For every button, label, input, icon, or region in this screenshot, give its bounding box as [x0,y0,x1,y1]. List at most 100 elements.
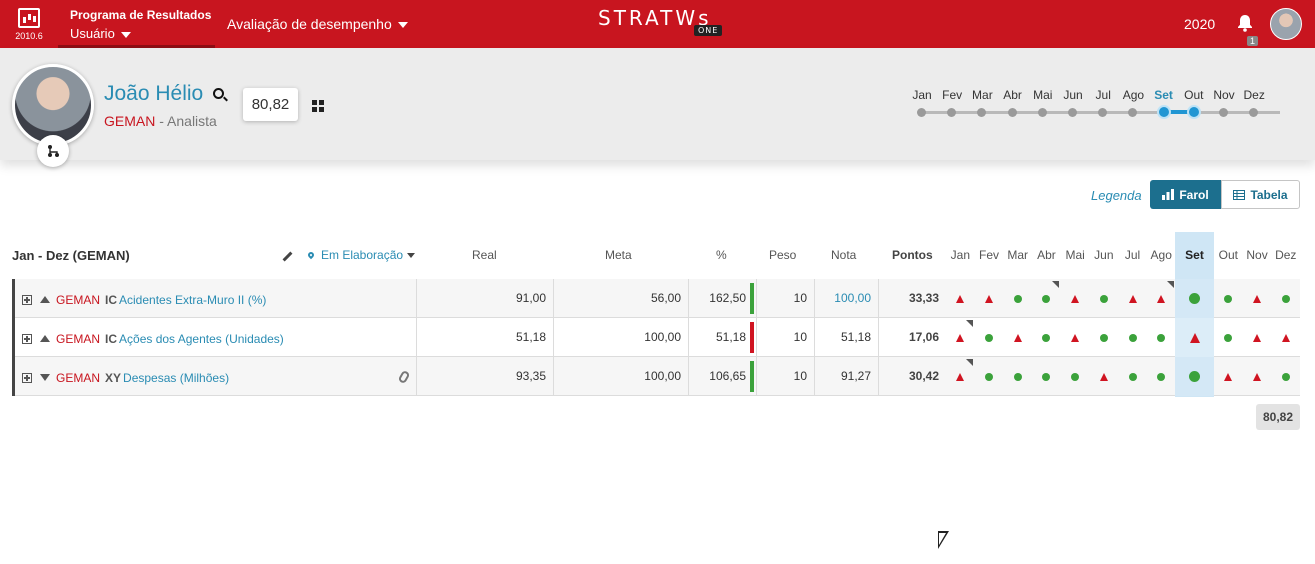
month-status-jul[interactable] [1118,318,1147,357]
month-status-jan[interactable] [946,357,975,396]
paperclip-icon[interactable] [397,369,411,385]
month-status-jun[interactable] [1090,279,1119,318]
month-status-out[interactable] [1214,279,1243,318]
col-month-set: Set [1185,248,1204,262]
expand-icon[interactable] [22,295,32,305]
legend-link[interactable]: Legenda [1091,188,1142,203]
month-status-out[interactable] [1214,357,1243,396]
month-dot-abr[interactable] [1007,108,1017,117]
bell-icon[interactable] [1237,14,1253,32]
month-label-dez[interactable]: Dez [1239,88,1269,102]
farol-view-button[interactable]: Farol [1150,180,1221,209]
month-status-mai[interactable] [1061,279,1090,318]
month-dot-dez[interactable] [1249,108,1259,117]
month-status-dez[interactable] [1271,318,1300,357]
user-avatar[interactable] [1270,8,1302,40]
month-status-mar[interactable] [1003,318,1032,357]
col-month-out: Out [1218,248,1239,262]
month-status-mar[interactable] [1003,357,1032,396]
month-status-ago[interactable] [1147,357,1176,396]
month-label-jun[interactable]: Jun [1058,88,1088,102]
row-indicator-link[interactable]: Despesas (Milhões) [123,371,229,385]
row-org: GEMAN [56,293,101,307]
month-status-ago[interactable] [1147,318,1176,357]
month-status-nov[interactable] [1243,318,1272,357]
program-selector[interactable]: Programa de Resultados Usuário [58,0,215,48]
month-label-set[interactable]: Set [1149,88,1179,102]
month-label-mar[interactable]: Mar [967,88,997,102]
cell-nota[interactable]: 100,00 [814,279,878,318]
grid-icon[interactable] [312,100,324,112]
month-status-jun[interactable] [1090,318,1119,357]
chevron-down-icon [397,22,408,29]
month-dot-jul[interactable] [1098,108,1108,117]
month-dot-mar[interactable] [977,108,987,117]
month-status-abr[interactable] [1032,279,1061,318]
month-status-fev[interactable] [975,357,1004,396]
status-dropdown[interactable]: Em Elaboração [321,248,416,262]
program-user-dropdown[interactable]: Usuário [70,26,215,41]
month-status-nov[interactable] [1243,357,1272,396]
month-status-nov[interactable] [1243,279,1272,318]
month-status-jan[interactable] [946,318,975,357]
month-status-abr[interactable] [1032,357,1061,396]
month-label-out[interactable]: Out [1179,88,1209,102]
month-dot-out[interactable] [1186,105,1201,119]
month-status-jan[interactable] [946,279,975,318]
month-label-nov[interactable]: Nov [1209,88,1239,102]
pencil-icon[interactable] [282,251,293,262]
status-label: Em Elaboração [321,248,404,262]
month-status-mai[interactable] [1061,357,1090,396]
month-status-fev[interactable] [975,279,1004,318]
row-marker [12,279,15,318]
month-label-ago[interactable]: Ago [1118,88,1148,102]
month-dot-jan[interactable] [917,108,926,117]
month-status-set[interactable] [1175,318,1214,357]
status-dot-icon [1013,372,1022,381]
table-icon [1233,189,1246,200]
year-selector[interactable]: 2020 [1184,16,1215,32]
month-status-dez[interactable] [1271,357,1300,396]
expand-icon[interactable] [22,373,32,383]
month-status-dez[interactable] [1271,279,1300,318]
month-dot-mai[interactable] [1037,108,1047,117]
month-dot-nov[interactable] [1219,108,1228,117]
month-status-out[interactable] [1214,318,1243,357]
program-title: Programa de Resultados [70,8,212,22]
month-label-jul[interactable]: Jul [1088,88,1118,102]
profile-role: Analista [167,113,217,129]
table-row[interactable]: GEMAN IC Acidentes Extra-Muro II (%) 91,00 5… [12,279,1300,318]
month-range-slider[interactable]: Jan Fev Mar Abr Mai Jun Jul Ago Set Out Nov Dez [912,88,1282,128]
search-icon[interactable] [213,88,224,99]
row-indicator-link[interactable]: Acidentes Extra-Muro II (%) [119,293,266,307]
month-status-jul[interactable] [1118,357,1147,396]
expand-icon[interactable] [22,334,32,344]
col-month-jul: Jul [1124,248,1141,262]
row-marker [12,318,15,357]
tabela-view-button[interactable]: Tabela [1221,180,1300,209]
month-label-mai[interactable]: Mai [1028,88,1058,102]
row-indicator-link[interactable]: Ações dos Agentes (Unidades) [119,332,284,346]
month-status-ago[interactable] [1147,279,1176,318]
month-status-abr[interactable] [1032,318,1061,357]
status-triangle-icon [956,294,965,303]
month-status-set[interactable] [1175,357,1214,396]
month-dot-jun[interactable] [1068,108,1077,117]
month-label-jan[interactable]: Jan [907,88,937,102]
month-label-fev[interactable]: Fev [937,88,967,102]
app-menu-button[interactable]: 2010.6 [0,0,58,48]
evaluation-menu[interactable]: Avaliação de desempenho [227,16,408,32]
month-status-fev[interactable] [975,318,1004,357]
month-label-abr[interactable]: Abr [998,88,1028,102]
month-status-jun[interactable] [1090,357,1119,396]
table-row[interactable]: GEMAN IC Ações dos Agentes (Unidades) 51,18… [12,318,1300,357]
month-status-jul[interactable] [1118,279,1147,318]
month-dot-ago[interactable] [1128,108,1138,117]
month-status-mai[interactable] [1061,318,1090,357]
month-dot-set[interactable] [1156,105,1171,119]
org-chart-button[interactable] [37,135,69,167]
month-status-set[interactable] [1175,279,1214,318]
month-dot-fev[interactable] [947,108,957,117]
table-row[interactable]: GEMAN XY Despesas (Milhões) 93,35 100,00 106,… [12,357,1300,396]
month-status-mar[interactable] [1003,279,1032,318]
